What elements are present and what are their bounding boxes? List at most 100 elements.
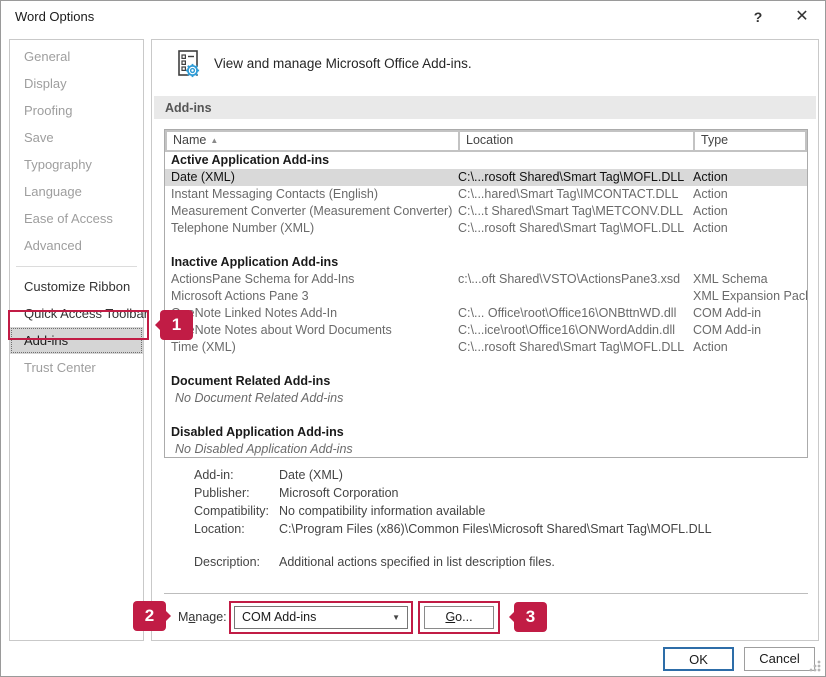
sidebar-item-ease-of-access[interactable]: Ease of Access xyxy=(10,205,143,232)
sidebar-item-save[interactable]: Save xyxy=(10,124,143,151)
cell-location: C:\...ice\root\Office16\ONWordAddin.dll xyxy=(458,322,693,339)
main-panel: View and manage Microsoft Office Add-ins… xyxy=(151,39,819,641)
cell-location: C:\...rosoft Shared\Smart Tag\MOFL.DLL xyxy=(458,339,693,356)
resize-grip[interactable] xyxy=(809,660,821,672)
column-header-type[interactable]: Type xyxy=(695,132,805,150)
cell-location: C:\...rosoft Shared\Smart Tag\MOFL.DLL xyxy=(458,169,693,186)
table-header-row: Name▲ Location Type xyxy=(165,130,807,152)
column-header-location[interactable]: Location xyxy=(460,132,693,150)
detail-row: Add-in:Date (XML) xyxy=(194,466,712,484)
sidebar-item-proofing[interactable]: Proofing xyxy=(10,97,143,124)
sidebar-item-typography[interactable]: Typography xyxy=(10,151,143,178)
detail-label: Add-in: xyxy=(194,466,279,484)
addin-details: Add-in:Date (XML)Publisher:Microsoft Cor… xyxy=(194,466,712,571)
detail-label: Compatibility: xyxy=(194,502,279,520)
cell-name: OneNote Linked Notes Add-In xyxy=(165,305,458,322)
table-group-header: Active Application Add-ins xyxy=(165,152,807,169)
detail-row: Location:C:\Program Files (x86)\Common F… xyxy=(194,520,712,538)
cell-name: Instant Messaging Contacts (English) xyxy=(165,186,458,203)
cell-type: Action xyxy=(693,220,807,237)
table-row[interactable]: Instant Messaging Contacts (English)C:\.… xyxy=(165,186,807,203)
sidebar-item-advanced[interactable]: Advanced xyxy=(10,232,143,259)
close-icon[interactable]: ✕ xyxy=(787,5,817,29)
detail-value: No compatibility information available xyxy=(279,502,485,520)
cell-location: C:\...t Shared\Smart Tag\METCONV.DLL xyxy=(458,203,693,220)
detail-label: Description: xyxy=(194,553,279,571)
detail-label: Publisher: xyxy=(194,484,279,502)
cell-name: Telephone Number (XML) xyxy=(165,220,458,237)
chevron-down-icon: ▼ xyxy=(392,607,400,628)
table-row[interactable]: Telephone Number (XML)C:\...rosoft Share… xyxy=(165,220,807,237)
cell-type: Action xyxy=(693,186,807,203)
sidebar-item-quick-access-toolbar[interactable]: Quick Access Toolbar xyxy=(10,300,143,327)
table-row[interactable]: OneNote Linked Notes Add-InC:\... Office… xyxy=(165,305,807,322)
annotation-badge-2: 2 xyxy=(133,601,166,631)
table-row[interactable]: Date (XML)C:\...rosoft Shared\Smart Tag\… xyxy=(165,169,807,186)
sidebar-item-general[interactable]: General xyxy=(10,43,143,70)
ok-button[interactable]: OK xyxy=(663,647,734,671)
cell-type: XML Schema xyxy=(693,271,807,288)
table-spacer xyxy=(165,237,807,254)
page-description: View and manage Microsoft Office Add-ins… xyxy=(214,56,472,71)
cell-type: COM Add-in xyxy=(693,305,807,322)
dialog-title: Word Options xyxy=(15,9,94,24)
column-header-name[interactable]: Name▲ xyxy=(167,132,458,150)
cell-location xyxy=(458,288,693,305)
addins-table: Name▲ Location Type Active Application A… xyxy=(164,129,808,458)
cell-type: XML Expansion Pack xyxy=(693,288,807,305)
cell-location: c:\...oft Shared\VSTO\ActionsPane3.xsd xyxy=(458,271,693,288)
cell-name: Measurement Converter (Measurement Conve… xyxy=(165,203,458,220)
help-icon[interactable]: ? xyxy=(743,5,773,29)
sidebar-item-add-ins[interactable]: Add-ins xyxy=(10,327,143,354)
detail-label: Location: xyxy=(194,520,279,538)
table-group-header: Disabled Application Add-ins xyxy=(165,424,807,441)
sidebar-item-trust-center[interactable]: Trust Center xyxy=(10,354,143,381)
manage-dropdown-value: COM Add-ins xyxy=(242,610,316,624)
annotation-badge-1: 1 xyxy=(160,310,193,340)
detail-value: Additional actions specified in list des… xyxy=(279,553,555,571)
manage-label: Manage: xyxy=(178,610,227,624)
cell-name: Time (XML) xyxy=(165,339,458,356)
addins-gear-icon xyxy=(176,49,204,81)
table-group-header: Document Related Add-ins xyxy=(165,373,807,390)
annotation-badge-3: 3 xyxy=(514,602,547,632)
section-title: Add-ins xyxy=(165,101,212,115)
cell-type: Action xyxy=(693,203,807,220)
table-row[interactable]: Measurement Converter (Measurement Conve… xyxy=(165,203,807,220)
sidebar-item-display[interactable]: Display xyxy=(10,70,143,97)
table-row[interactable]: ActionsPane Schema for Add-Insc:\...oft … xyxy=(165,271,807,288)
section-header-addins: Add-ins xyxy=(154,96,816,119)
table-row[interactable]: OneNote Notes about Word DocumentsC:\...… xyxy=(165,322,807,339)
cell-type: COM Add-in xyxy=(693,322,807,339)
sidebar-item-language[interactable]: Language xyxy=(10,178,143,205)
manage-separator xyxy=(164,593,808,594)
table-group-header: Inactive Application Add-ins xyxy=(165,254,807,271)
table-empty-note: No Disabled Application Add-ins xyxy=(165,441,807,458)
sidebar: GeneralDisplayProofingSaveTypographyLang… xyxy=(9,39,144,641)
sidebar-item-customize-ribbon[interactable]: Customize Ribbon xyxy=(10,273,143,300)
table-spacer xyxy=(165,356,807,373)
table-empty-note: No Document Related Add-ins xyxy=(165,390,807,407)
go-button[interactable]: Go... xyxy=(424,606,494,629)
table-body: Active Application Add-insDate (XML)C:\.… xyxy=(165,152,807,458)
cell-type: Action xyxy=(693,339,807,356)
detail-value: Date (XML) xyxy=(279,466,343,484)
sidebar-divider xyxy=(16,266,137,267)
table-row[interactable]: Microsoft Actions Pane 3XML Expansion Pa… xyxy=(165,288,807,305)
sort-ascending-icon: ▲ xyxy=(210,136,218,145)
detail-row: Description:Additional actions specified… xyxy=(194,553,712,571)
cell-name: ActionsPane Schema for Add-Ins xyxy=(165,271,458,288)
cancel-button[interactable]: Cancel xyxy=(744,647,815,671)
table-row[interactable]: Time (XML)C:\...rosoft Shared\Smart Tag\… xyxy=(165,339,807,356)
word-options-dialog: Word Options ? ✕ GeneralDisplayProofingS… xyxy=(0,0,826,677)
cell-location: C:\...rosoft Shared\Smart Tag\MOFL.DLL xyxy=(458,220,693,237)
cell-name: OneNote Notes about Word Documents xyxy=(165,322,458,339)
table-spacer xyxy=(165,407,807,424)
manage-dropdown[interactable]: COM Add-ins ▼ xyxy=(234,606,408,629)
detail-row: Compatibility:No compatibility informati… xyxy=(194,502,712,520)
titlebar: Word Options ? ✕ xyxy=(1,1,825,33)
detail-value: C:\Program Files (x86)\Common Files\Micr… xyxy=(279,520,712,538)
cell-name: Date (XML) xyxy=(165,169,458,186)
detail-row: Publisher:Microsoft Corporation xyxy=(194,484,712,502)
cell-location: C:\... Office\root\Office16\ONBttnWD.dll xyxy=(458,305,693,322)
